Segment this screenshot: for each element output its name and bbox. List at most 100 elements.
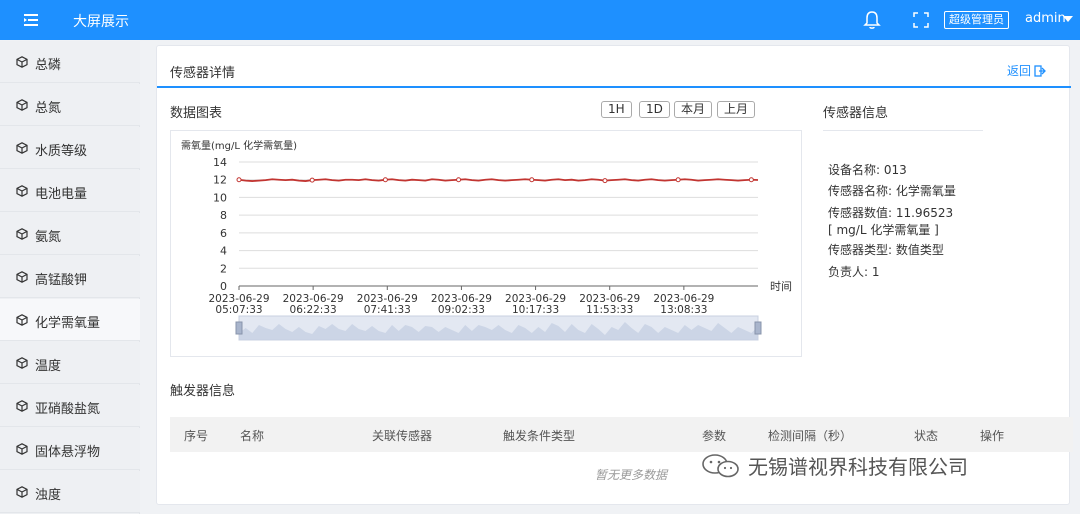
data-zoom-handle-left [235, 321, 243, 335]
trigger-section-title: 触发器信息 [170, 384, 236, 399]
wechat-icon [702, 454, 739, 478]
sidebar-item-label: 亚硝酸盐氮 [35, 402, 101, 417]
cube-icon [16, 357, 28, 369]
sensor-chart: 需氧量(mg/L 化学需氧量) 0 2 4 6 8 10 12 14 2023-06-29 05:0… [170, 130, 802, 357]
sidebar-item-label: 总氮 [35, 101, 62, 116]
sidebar-item-label: 固体悬浮物 [35, 445, 101, 460]
cube-icon [16, 443, 28, 455]
info-owner: 负责人: 1 [828, 265, 880, 279]
info-sensor-unit: [ mg/L 化学需氧量 ] [828, 223, 939, 237]
y-tick-label: 6 [220, 227, 227, 240]
info-divider [823, 130, 983, 131]
x-tick-label: 09:02:33 [438, 304, 485, 316]
sidebar-item-10[interactable]: 浊度 [0, 471, 140, 513]
range-button-1h[interactable]: 1H [601, 101, 632, 118]
sidebar-item-7[interactable]: 温度 [0, 342, 140, 384]
back-label: 返回 [1007, 64, 1032, 78]
sidebar-item-label: 高锰酸钾 [35, 273, 88, 288]
sidebar-item-label: 水质等级 [35, 144, 88, 159]
empty-table-note: 暂无更多数据 [595, 468, 668, 482]
sidebar-item-label: 温度 [35, 359, 62, 374]
series-point [529, 177, 535, 183]
series-point [602, 178, 608, 184]
cube-icon [16, 185, 28, 197]
series-point [382, 177, 388, 183]
data-zoom-handle-right [754, 321, 762, 335]
role-badge: 超级管理员 [944, 11, 1009, 29]
y-tick-label: 12 [213, 174, 227, 187]
sidebar-item-label: 化学需氧量 [35, 316, 101, 331]
fullscreen-icon[interactable] [913, 12, 929, 28]
col-status: 状态 [914, 429, 939, 443]
col-actions: 操作 [980, 429, 1005, 443]
series-point [236, 177, 242, 183]
app-title: 大屏展示 [73, 14, 129, 30]
y-tick-label: 2 [220, 262, 227, 275]
series-point [675, 177, 681, 183]
x-axis-title: 时间 [770, 280, 792, 293]
sidebar-item-1[interactable]: 总氮 [0, 84, 140, 126]
back-button[interactable]: 返回 [1007, 62, 1046, 79]
chart-section-title: 数据图表 [170, 106, 223, 121]
sidebar-item-5[interactable]: 高锰酸钾 [0, 256, 140, 298]
y-tick-label: 8 [220, 209, 227, 222]
menu-fold-icon[interactable] [22, 11, 40, 29]
info-section-title: 传感器信息 [823, 106, 889, 121]
x-tick-label: 06:22:33 [290, 304, 337, 316]
series-point [748, 177, 754, 183]
line-chart: 需氧量(mg/L 化学需氧量)024681012142023-06-2905:0… [181, 139, 792, 341]
col-interval: 检测间隔（秒） [768, 429, 853, 443]
top-bar: 大屏展示 超级管理员 admin [0, 0, 1080, 40]
username[interactable]: admin [1025, 11, 1066, 26]
cube-icon [16, 486, 28, 498]
col-trigger-type: 触发条件类型 [503, 429, 576, 443]
col-params: 参数 [702, 429, 727, 443]
cube-icon [16, 271, 28, 283]
sidebar-item-8[interactable]: 亚硝酸盐氮 [0, 385, 140, 427]
trigger-table-header: 序号 名称 关联传感器 触发条件类型 参数 检测间隔（秒） 状态 操作 [170, 417, 1073, 452]
sidebar-item-label: 浊度 [35, 488, 62, 503]
bell-icon[interactable] [863, 10, 881, 30]
sidebar-item-label: 氨氮 [35, 230, 62, 245]
logout-icon [1034, 65, 1046, 77]
sidebar: 总磷总氮水质等级电池电量氨氮高锰酸钾化学需氧量温度亚硝酸盐氮固体悬浮物浊度 [0, 41, 140, 514]
cube-icon [16, 142, 28, 154]
series-point [456, 177, 462, 183]
y-tick-label: 0 [220, 280, 227, 293]
cube-icon [16, 228, 28, 240]
sensor-detail-card: 传感器详情 返回 数据图表 1H 1D 本月 上月 需氧量(mg/L 化学需氧量… [156, 45, 1073, 505]
sidebar-item-2[interactable]: 水质等级 [0, 127, 140, 169]
cube-icon [16, 314, 28, 326]
range-button-1d[interactable]: 1D [639, 101, 670, 118]
page-title: 传感器详情 [170, 66, 236, 81]
info-device-name: 设备名称: 013 [828, 163, 907, 177]
watermark-text: 无锡谱视界科技有限公司 [748, 455, 968, 479]
col-name: 名称 [240, 429, 265, 443]
sidebar-item-label: 电池电量 [35, 187, 88, 202]
sidebar-item-0[interactable]: 总磷 [0, 41, 140, 83]
sidebar-item-6[interactable]: 化学需氧量 [0, 299, 140, 341]
series-point [309, 177, 315, 183]
cube-icon [16, 56, 28, 68]
sidebar-item-4[interactable]: 氨氮 [0, 213, 140, 255]
y-axis-title: 需氧量(mg/L 化学需氧量) [181, 139, 297, 152]
cube-icon [16, 99, 28, 111]
title-divider [157, 86, 1071, 88]
x-tick-label: 05:07:33 [215, 304, 262, 316]
x-tick-label: 13:08:33 [660, 304, 707, 316]
cube-icon [16, 400, 28, 412]
y-tick-label: 14 [213, 156, 227, 169]
y-tick-label: 10 [213, 191, 227, 204]
range-button-this-month[interactable]: 本月 [674, 101, 713, 118]
caret-down-icon[interactable] [1063, 16, 1073, 22]
col-related-sensor: 关联传感器 [372, 429, 433, 443]
info-sensor-type: 传感器类型: 数值类型 [828, 243, 944, 257]
info-sensor-name: 传感器名称: 化学需氧量 [828, 184, 956, 198]
sidebar-item-9[interactable]: 固体悬浮物 [0, 428, 140, 470]
col-index: 序号 [184, 429, 209, 443]
x-tick-label: 07:41:33 [364, 304, 411, 316]
y-tick-label: 4 [220, 245, 227, 258]
range-button-last-month[interactable]: 上月 [717, 101, 756, 118]
sidebar-item-label: 总磷 [35, 58, 62, 73]
sidebar-item-3[interactable]: 电池电量 [0, 170, 140, 212]
